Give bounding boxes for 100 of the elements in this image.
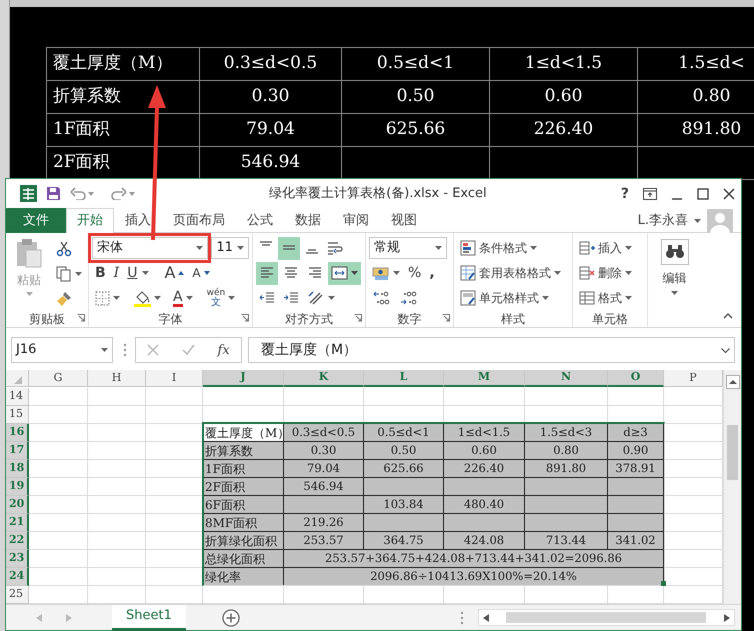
- grid-cell[interactable]: [88, 406, 146, 424]
- redo-button[interactable]: [111, 187, 135, 200]
- row-header[interactable]: 17: [6, 442, 29, 460]
- scroll-left-icon[interactable]: [482, 614, 489, 622]
- delete-button[interactable]: 删除: [576, 262, 635, 284]
- formula-field[interactable]: 覆土厚度（M）: [248, 337, 735, 363]
- grid-cell[interactable]: [146, 388, 203, 406]
- column-header[interactable]: M: [444, 370, 525, 387]
- collapse-ribbon-icon[interactable]: [723, 313, 733, 319]
- scroll-right-icon[interactable]: [724, 614, 730, 622]
- row-header[interactable]: 24: [6, 568, 29, 586]
- grid-cell[interactable]: [88, 532, 146, 550]
- merge-center-button[interactable]: [328, 262, 361, 284]
- format-as-table-button[interactable]: 套用表格格式: [457, 262, 564, 284]
- row-header[interactable]: 22: [6, 532, 29, 550]
- column-header[interactable]: O: [608, 370, 664, 387]
- grid-cell[interactable]: [284, 388, 364, 406]
- row-header[interactable]: 14: [6, 388, 29, 406]
- percent-button[interactable]: %: [405, 262, 424, 284]
- insert-function-button[interactable]: fx: [218, 344, 230, 356]
- row-header[interactable]: 21: [6, 514, 29, 532]
- fill-handle[interactable]: [661, 581, 666, 586]
- dialog-launcher-icon[interactable]: [241, 314, 249, 322]
- column-header[interactable]: N: [525, 370, 608, 387]
- ribbon-tab[interactable]: 页面布局: [162, 208, 236, 233]
- column-header[interactable]: H: [88, 370, 146, 387]
- editing-button[interactable]: 编辑: [658, 236, 690, 302]
- ribbon-tab[interactable]: 插入: [114, 208, 162, 233]
- add-sheet-icon[interactable]: [222, 608, 240, 626]
- number-format-field[interactable]: 常规: [369, 237, 447, 259]
- cell-styles-button[interactable]: 单元格样式: [457, 286, 552, 310]
- grid-cell[interactable]: [29, 550, 88, 568]
- grid-cell[interactable]: [29, 442, 88, 460]
- dialog-launcher-icon[interactable]: [442, 314, 450, 322]
- italic-button[interactable]: I: [110, 262, 122, 284]
- column-header[interactable]: J: [203, 370, 284, 387]
- font-color-button[interactable]: A: [170, 286, 196, 310]
- vertical-scrollbar[interactable]: [723, 370, 741, 604]
- row-header[interactable]: 20: [6, 496, 29, 514]
- grid-cell[interactable]: [29, 568, 88, 586]
- font-name-field[interactable]: 宋体: [92, 237, 208, 259]
- column-header[interactable]: G: [29, 370, 88, 387]
- scroll-up-icon[interactable]: [726, 375, 740, 389]
- middle-align-button[interactable]: [278, 236, 300, 260]
- bold-button[interactable]: B: [92, 262, 109, 284]
- scrollbar-thumb[interactable]: [506, 612, 706, 623]
- save-button[interactable]: [46, 186, 61, 201]
- ribbon-tab[interactable]: 视图: [380, 208, 428, 233]
- grid-cell[interactable]: [525, 388, 608, 406]
- next-sheet-icon[interactable]: [66, 614, 72, 622]
- grid-cell[interactable]: [29, 514, 88, 532]
- previous-sheet-icon[interactable]: [36, 614, 42, 622]
- select-all-corner[interactable]: [6, 370, 29, 387]
- grid-cell[interactable]: [608, 388, 664, 406]
- column-header[interactable]: K: [284, 370, 364, 387]
- shrink-font-button[interactable]: A: [189, 262, 213, 284]
- help-button[interactable]: ?: [620, 186, 629, 200]
- grid-cell[interactable]: [29, 406, 88, 424]
- grid-cell[interactable]: [88, 514, 146, 532]
- row-header[interactable]: 16: [6, 424, 29, 442]
- drag-handle-icon[interactable]: [123, 343, 127, 357]
- align-left-button[interactable]: [256, 262, 278, 284]
- column-header[interactable]: P: [664, 370, 723, 387]
- column-header[interactable]: I: [146, 370, 203, 387]
- row-header[interactable]: 25: [6, 586, 29, 604]
- undo-button[interactable]: [70, 187, 94, 200]
- grid-cell[interactable]: [203, 388, 284, 406]
- grid-cell[interactable]: [88, 388, 146, 406]
- grid-cell[interactable]: [29, 388, 88, 406]
- grid-cell[interactable]: [29, 478, 88, 496]
- grow-font-button[interactable]: A: [161, 262, 188, 284]
- maximize-button[interactable]: [697, 188, 709, 200]
- column-header[interactable]: L: [364, 370, 444, 387]
- horizontal-scrollbar[interactable]: [478, 609, 735, 626]
- font-size-field[interactable]: 11: [211, 237, 249, 259]
- scrollbar-thumb[interactable]: [727, 425, 738, 480]
- conditional-formatting-button[interactable]: 条件格式: [457, 236, 540, 260]
- close-button[interactable]: [723, 188, 735, 200]
- grid-cell[interactable]: [88, 424, 146, 442]
- comma-style-button[interactable]: ,: [426, 262, 438, 284]
- ribbon-tab[interactable]: 数据: [284, 208, 332, 233]
- format-button[interactable]: 格式: [576, 286, 635, 310]
- ribbon-display-button[interactable]: [643, 188, 657, 200]
- row-header[interactable]: 23: [6, 550, 29, 568]
- ribbon-tab[interactable]: 开始: [66, 208, 114, 233]
- cancel-icon[interactable]: [147, 344, 160, 356]
- grid-cell[interactable]: [444, 388, 525, 406]
- row-header[interactable]: 15: [6, 406, 29, 424]
- grid-cell[interactable]: [88, 478, 146, 496]
- check-icon[interactable]: [182, 344, 195, 356]
- grid-cell[interactable]: [29, 424, 88, 442]
- row-header[interactable]: 18: [6, 460, 29, 478]
- insert-button[interactable]: 插入: [576, 236, 635, 260]
- sheet-tab[interactable]: Sheet1: [112, 604, 186, 630]
- grid-cell[interactable]: [88, 442, 146, 460]
- grid-cell[interactable]: [29, 496, 88, 514]
- phonetic-guide-button[interactable]: wén 文: [204, 286, 238, 310]
- grid-cell[interactable]: [88, 568, 146, 586]
- grid-cell[interactable]: [88, 496, 146, 514]
- row-header[interactable]: 19: [6, 478, 29, 496]
